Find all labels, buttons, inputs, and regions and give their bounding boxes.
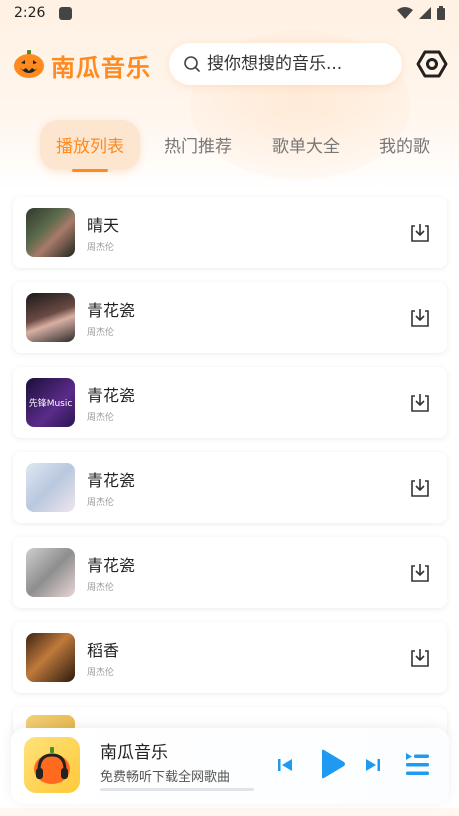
download-icon[interactable] — [409, 562, 431, 584]
tab-hot-recommend[interactable]: 热门推荐 — [158, 120, 238, 170]
player-progress-bar[interactable] — [100, 788, 254, 791]
song-card[interactable]: 稻香 周杰伦 — [13, 622, 447, 693]
download-icon[interactable] — [409, 222, 431, 244]
previous-icon[interactable] — [275, 755, 295, 775]
signal-icon — [419, 7, 431, 19]
song-card[interactable]: 青花瓷 周杰伦 — [13, 452, 447, 523]
mini-player[interactable]: 南瓜音乐 免费畅听下载全网歌曲 — [11, 728, 449, 804]
album-cover — [26, 208, 75, 257]
album-cover — [26, 633, 75, 682]
song-title: 晴天 — [87, 216, 120, 235]
cover-text: 先锋Music — [28, 399, 73, 409]
song-artist: 周杰伦 — [87, 583, 115, 593]
album-cover — [26, 293, 75, 342]
tab-label: 热门推荐 — [164, 137, 232, 157]
next-icon[interactable] — [363, 755, 383, 775]
battery-icon — [437, 6, 445, 20]
song-title: 青花瓷 — [87, 301, 136, 320]
headphones-pumpkin-icon — [34, 747, 70, 784]
song-card[interactable]: 青花瓷 周杰伦 — [13, 537, 447, 608]
tab-playlist-collection[interactable]: 歌单大全 — [266, 120, 346, 170]
active-tab-indicator — [72, 169, 108, 172]
song-artist: 周杰伦 — [87, 413, 115, 423]
search-input[interactable] — [207, 54, 392, 74]
status-bar: 2:26 — [0, 0, 459, 26]
play-icon[interactable] — [314, 747, 348, 781]
player-title: 南瓜音乐 — [100, 743, 168, 763]
app-header: 南瓜音乐 — [0, 40, 459, 90]
search-bar[interactable] — [169, 43, 402, 85]
song-title: 青花瓷 — [87, 556, 136, 575]
song-artist: 周杰伦 — [87, 668, 115, 678]
song-list: 晴天 周杰伦 青花瓷 周杰伦 先锋Music 青花瓷 周杰伦 青花瓷 周杰伦 青… — [13, 197, 447, 737]
song-card[interactable]: 先锋Music 青花瓷 周杰伦 — [13, 367, 447, 438]
tab-label: 歌单大全 — [272, 137, 340, 157]
bottom-edge — [0, 808, 459, 816]
pumpkin-logo-icon — [14, 50, 44, 78]
download-icon[interactable] — [409, 647, 431, 669]
wifi-icon — [397, 6, 413, 19]
category-tabs: 播放列表 热门推荐 歌单大全 我的歌 — [0, 120, 459, 180]
status-time: 2:26 — [14, 5, 46, 21]
song-card[interactable]: 青花瓷 周杰伦 — [13, 282, 447, 353]
album-cover — [26, 548, 75, 597]
download-icon[interactable] — [409, 477, 431, 499]
song-artist: 周杰伦 — [87, 498, 115, 508]
player-subtitle: 免费畅听下载全网歌曲 — [100, 770, 231, 785]
app-title: 南瓜音乐 — [51, 54, 151, 82]
download-icon[interactable] — [409, 307, 431, 329]
song-artist: 周杰伦 — [87, 328, 115, 338]
song-title: 青花瓷 — [87, 471, 136, 490]
tab-label: 我的歌 — [379, 137, 430, 157]
tab-label: 播放列表 — [56, 137, 124, 157]
song-card[interactable]: 晴天 周杰伦 — [13, 197, 447, 268]
tab-playlist[interactable]: 播放列表 — [40, 120, 140, 172]
song-title: 稻香 — [87, 641, 120, 660]
tab-my-songs[interactable]: 我的歌 — [374, 120, 454, 170]
settings-hexagon-icon[interactable] — [416, 48, 448, 80]
download-icon[interactable] — [409, 392, 431, 414]
playlist-icon[interactable] — [404, 750, 430, 778]
notification-icon — [59, 6, 73, 20]
song-artist: 周杰伦 — [87, 243, 115, 253]
song-title: 青花瓷 — [87, 386, 136, 405]
search-icon — [184, 56, 200, 72]
album-cover: 先锋Music — [26, 378, 75, 427]
album-cover — [26, 463, 75, 512]
player-cover — [24, 737, 80, 793]
